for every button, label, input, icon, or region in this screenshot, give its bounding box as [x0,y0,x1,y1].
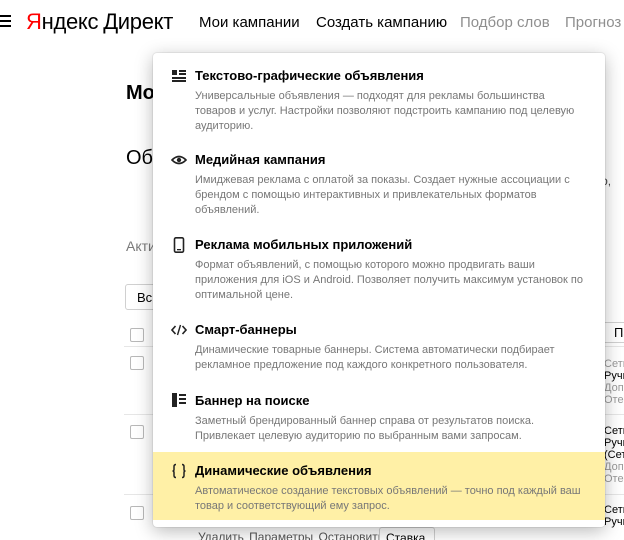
row-strategy-text: Сети [604,358,624,370]
eye-icon [171,155,187,165]
row-strategy-text: Сети [604,425,624,437]
row-strategy-text: Ручн [604,516,624,528]
top-header: Яндекс Директ Мои кампании Создать кампан… [0,0,624,46]
campaign-type-description: Имиджевая реклама с оплатой за показы. С… [195,174,570,216]
yandex-direct-logo[interactable]: Яндекс Директ [26,9,173,35]
campaign-type-description: Автоматическое создание текстовых объявл… [195,485,581,512]
stop-link[interactable]: Остановить [318,530,384,540]
campaign-type-mobile-apps[interactable]: Реклама мобильных приложений Формат объя… [153,227,605,310]
campaign-type-description: Универсальные объявления — подходят для … [195,90,575,132]
campaign-type-description: Формат объявлений, с помощью которого мо… [195,259,583,301]
row-strategy-text: Ручн [604,437,624,449]
nav-create-campaign[interactable]: Создать кампанию [316,14,447,31]
code-brackets-icon [171,324,187,336]
row-strategy-text: Доп [604,382,624,394]
campaign-type-media[interactable]: Медийная кампания Имиджевая реклама с оп… [153,142,605,225]
campaign-type-title: Динамические объявления [195,463,372,478]
campaign-type-title: Баннер на поиске [195,393,310,408]
nav-forecast[interactable]: Прогноз [565,14,621,31]
bid-button[interactable]: Ставка [379,527,435,540]
nav-keyword-selection[interactable]: Подбор слов [460,14,550,31]
mobile-phone-icon [173,237,185,253]
row-strategy-text: Сети [604,504,624,516]
row-strategy-text: Ручн [604,370,624,382]
parameters-link[interactable]: Параметры [249,530,313,540]
campaign-type-title: Реклама мобильных приложений [195,237,413,252]
tab-active[interactable]: Акти [126,238,156,254]
menu-icon[interactable] [0,15,11,27]
page-title: Мо [126,82,155,104]
row-checkbox[interactable] [130,356,144,370]
campaign-type-title: Медийная кампания [195,152,326,167]
text-graphic-icon [172,70,186,82]
create-campaign-dropdown: Текстово-графические объявления Универса… [153,53,605,527]
row-checkbox[interactable] [130,425,144,439]
campaign-type-description: Динамические товарные баннеры. Система а… [195,344,555,371]
row-strategy-text: Отен [604,473,624,485]
row-strategy-text: (Сети [604,449,624,461]
campaign-type-text-graphic[interactable]: Текстово-графические объявления Универса… [153,57,605,140]
delete-link[interactable]: Удалить [198,530,244,540]
row-strategy-text: Доп [604,461,624,473]
page-subtitle: Об [126,147,154,169]
campaign-type-description: Заметный брендированный баннер справа от… [195,415,535,442]
campaign-type-dynamic-ads[interactable]: Динамические объявления Автоматическое с… [153,452,605,520]
campaign-type-smart-banners[interactable]: Смарт-баннеры Динамические товарные банн… [153,312,605,380]
select-all-checkbox[interactable] [130,328,144,342]
campaign-type-title: Смарт-баннеры [195,322,297,337]
campaign-type-search-banner[interactable]: Баннер на поиске Заметный брендированный… [153,382,605,450]
nav-my-campaigns[interactable]: Мои кампании [199,14,300,31]
row-strategy-text: Отен [604,394,624,406]
row-checkbox[interactable] [130,506,144,520]
column-header-button[interactable]: Па [602,322,624,343]
row-actions: Удалить Параметры Остановить [198,530,386,540]
search-banner-icon [172,393,186,407]
campaign-type-title: Текстово-графические объявления [195,68,424,83]
curly-braces-icon [172,463,186,479]
